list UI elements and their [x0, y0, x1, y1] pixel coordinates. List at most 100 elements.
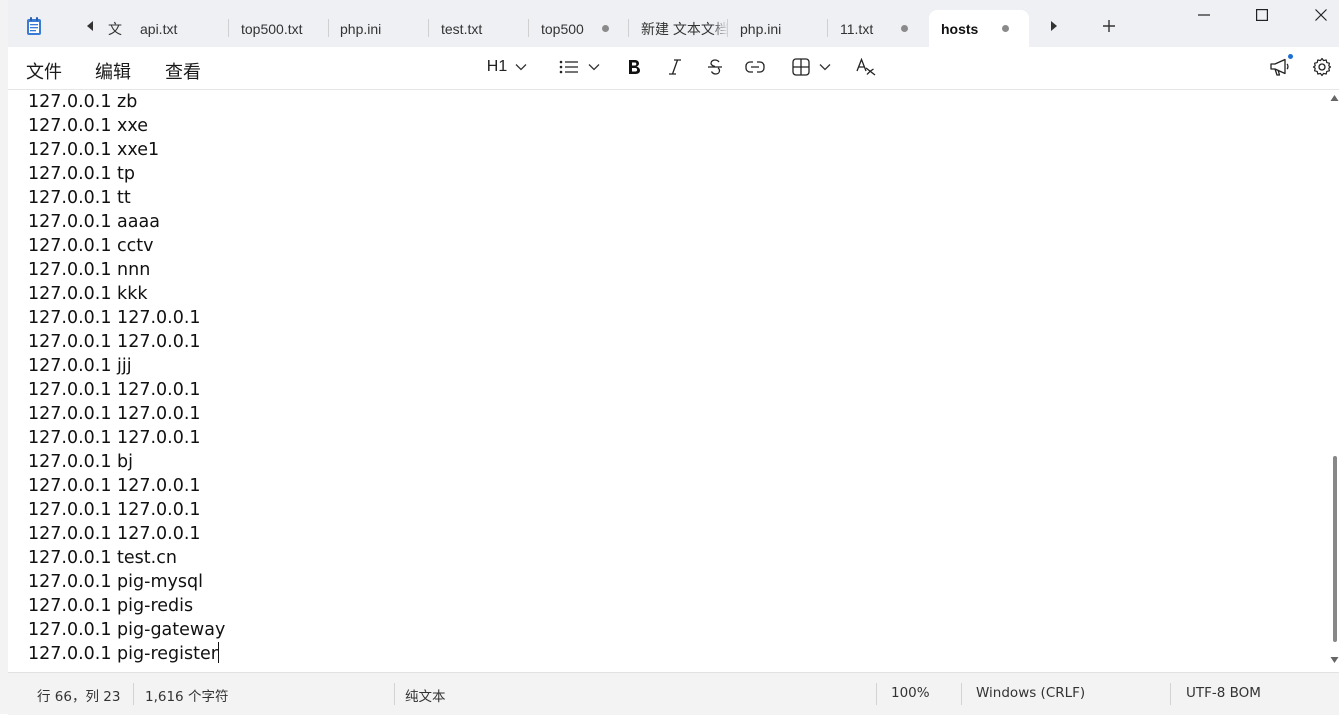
text-line: 127.0.0.1 127.0.0.1: [28, 476, 201, 496]
text-line: 127.0.0.1 jjj: [28, 356, 132, 376]
zoom-level[interactable]: 100%: [891, 685, 930, 701]
text-line: 127.0.0.1 xxe1: [28, 140, 160, 160]
text-line: 127.0.0.1 test.cn: [28, 548, 177, 568]
menu-file[interactable]: 文件: [26, 58, 62, 84]
triangle-right-icon: [1051, 21, 1057, 31]
tab-php-ini[interactable]: php.ini: [328, 10, 429, 47]
bold-button[interactable]: [622, 53, 646, 81]
text-caret: [217, 642, 219, 663]
tab-api-txt[interactable]: api.txt: [128, 10, 229, 47]
minimize-icon: [1198, 14, 1210, 16]
heading-label: H1: [486, 58, 508, 75]
text-line: 127.0.0.1 kkk: [28, 284, 148, 304]
text-line: 127.0.0.1 127.0.0.1: [28, 332, 201, 352]
chevron-down-icon: [515, 64, 527, 71]
megaphone-icon: [1270, 58, 1289, 76]
unsaved-dot-icon: [901, 25, 908, 32]
tab-top500-txt[interactable]: top500.txt: [229, 10, 329, 47]
tab-label: api.txt: [140, 20, 178, 37]
minimize-button[interactable]: [1175, 0, 1233, 30]
tab-label: hosts: [941, 20, 979, 37]
scroll-up-arrow-icon[interactable]: [1330, 94, 1339, 102]
unsaved-dot-icon: [1002, 25, 1009, 32]
text-line: 127.0.0.1 cctv: [28, 236, 154, 256]
status-divider: [394, 683, 395, 705]
vertical-scrollbar[interactable]: [1330, 90, 1339, 672]
character-count: 1,616 个字符: [145, 689, 229, 705]
tab-partial[interactable]: 文: [104, 10, 128, 47]
text-line: 127.0.0.1 aaaa: [28, 212, 160, 232]
text-line: 127.0.0.1 pig-redis: [28, 596, 194, 616]
text-line: 127.0.0.1 127.0.0.1: [28, 380, 201, 400]
tab-label: 文: [108, 20, 122, 37]
tab-label: top500.txt: [241, 20, 303, 37]
status-divider: [961, 683, 962, 705]
strikethrough-button[interactable]: [703, 53, 727, 81]
tab-label: php.ini: [740, 20, 782, 37]
link-icon: [745, 61, 765, 73]
clear-formatting-button[interactable]: [854, 53, 878, 81]
text-line: 127.0.0.1 tp: [28, 164, 136, 184]
list-dropdown[interactable]: [556, 53, 602, 81]
bulleted-list-icon: [559, 60, 578, 74]
gear-icon: [1312, 57, 1332, 77]
bold-icon: [629, 60, 640, 74]
current-text-line: 127.0.0.1 pig-register: [28, 642, 219, 666]
notepad-app-icon: [27, 17, 41, 35]
text-line: 127.0.0.1 zb: [28, 92, 138, 112]
maximize-button[interactable]: [1233, 0, 1291, 30]
tab-test-txt[interactable]: test.txt: [429, 10, 529, 47]
table-icon: [791, 58, 810, 76]
text-line: 127.0.0.1 bj: [28, 452, 134, 472]
tab-label: 11.txt: [840, 20, 874, 37]
tab-label: top500: [541, 20, 584, 37]
status-divider: [876, 683, 877, 705]
tab-hosts[interactable]: hosts: [929, 10, 1029, 47]
tab-new-text-document[interactable]: 新建 文本文档: [629, 10, 728, 47]
unsaved-dot-icon: [602, 25, 609, 32]
new-tab-button[interactable]: [1097, 14, 1121, 38]
tab-top500-modified[interactable]: top500: [529, 10, 629, 47]
triangle-left-icon: [87, 21, 93, 31]
close-button[interactable]: [1292, 0, 1339, 30]
settings-button[interactable]: [1310, 53, 1334, 81]
tab-11-txt[interactable]: 11.txt: [828, 10, 928, 47]
text-line: 127.0.0.1 127.0.0.1: [28, 428, 201, 448]
text-line: 127.0.0.1 127.0.0.1: [28, 308, 201, 328]
status-divider: [1170, 683, 1171, 705]
tab-label: test.txt: [441, 20, 483, 37]
plus-icon: [1103, 20, 1115, 32]
heading-dropdown[interactable]: H1: [484, 53, 530, 81]
tab-fade: [712, 10, 728, 47]
text-line: 127.0.0.1 pig-gateway: [28, 620, 226, 640]
chevron-down-icon: [819, 64, 830, 71]
tab-php-ini-2[interactable]: php.ini: [728, 10, 828, 47]
title-bar: 文 api.txt top500.txt php.ini test.txt to…: [8, 0, 1339, 47]
tab-scroll-right-button[interactable]: [1042, 14, 1066, 38]
notepad-window: 文 api.txt top500.txt php.ini test.txt to…: [8, 0, 1339, 715]
status-bar: 行 66，列 23 1,616 个字符 纯文本 100% Windows (CR…: [8, 672, 1339, 715]
text-line: 127.0.0.1 pig-mysql: [28, 572, 203, 592]
scrollbar-thumb[interactable]: [1333, 456, 1337, 642]
link-button[interactable]: [742, 53, 768, 81]
text-line: 127.0.0.1 127.0.0.1: [28, 500, 201, 520]
close-icon: [1315, 9, 1327, 21]
tab-scroll-left-button[interactable]: [78, 14, 102, 38]
maximize-icon: [1256, 9, 1268, 21]
menu-toolbar: 文件 编辑 查看 H1: [8, 47, 1339, 90]
notification-badge: [1288, 54, 1293, 59]
encoding[interactable]: UTF-8 BOM: [1186, 685, 1261, 701]
text-line: 127.0.0.1 tt: [28, 188, 131, 208]
cursor-position: 行 66，列 23: [37, 689, 121, 705]
scroll-down-arrow-icon[interactable]: [1330, 656, 1339, 664]
status-divider: [133, 683, 134, 705]
italic-button[interactable]: [663, 53, 687, 81]
menu-view[interactable]: 查看: [165, 58, 201, 84]
line-ending[interactable]: Windows (CRLF): [976, 685, 1085, 701]
file-format[interactable]: 纯文本: [405, 685, 446, 705]
table-dropdown[interactable]: [788, 53, 834, 81]
text-line: 127.0.0.1 pig-register: [28, 644, 218, 664]
menu-edit[interactable]: 编辑: [95, 58, 131, 84]
text-line: 127.0.0.1 127.0.0.1: [28, 404, 201, 424]
text-editor[interactable]: 127.0.0.1 zb 127.0.0.1 xxe 127.0.0.1 xxe…: [8, 90, 1326, 672]
